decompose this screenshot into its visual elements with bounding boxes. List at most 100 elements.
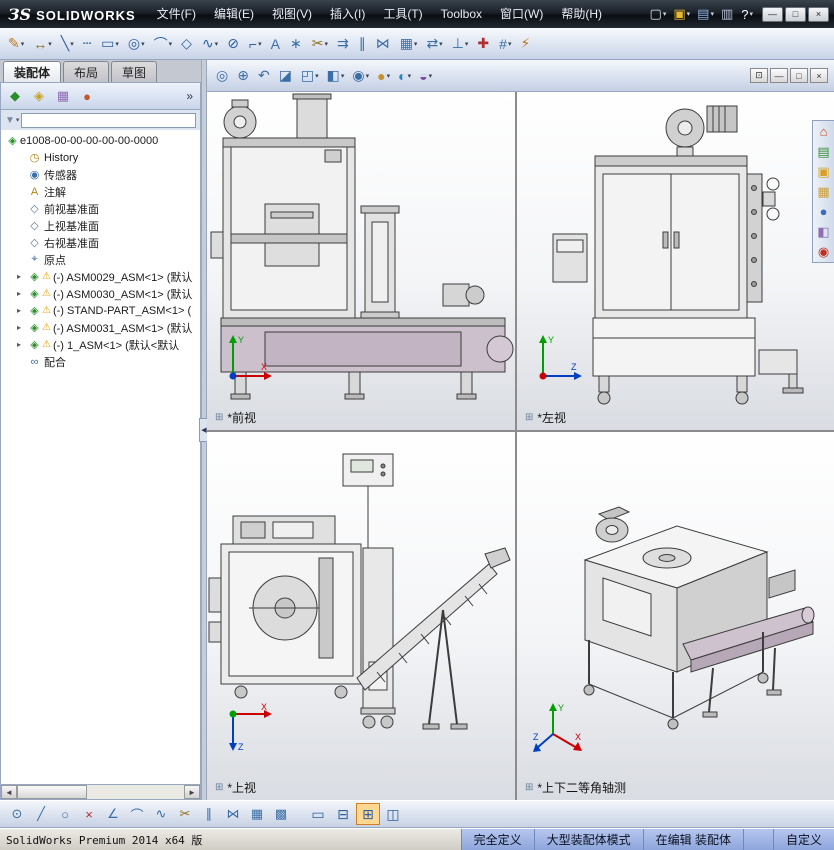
appearances-icon[interactable]: ● [820, 205, 828, 218]
tab-assembly[interactable]: 装配体 [3, 61, 62, 82]
sketch-icon[interactable]: ✎ ▾ [4, 32, 28, 56]
filter-input[interactable] [21, 112, 196, 128]
tree-item-origin[interactable]: ⌖ 原点 [1, 251, 200, 268]
scrollbar-thumb[interactable] [17, 785, 87, 799]
viewport-front[interactable]: Y X ⊞ *前视 [207, 92, 515, 430]
scroll-right-icon[interactable]: ► [184, 785, 200, 799]
line-icon[interactable]: ╱ [30, 803, 52, 825]
menu-window[interactable]: 窗口(W) [491, 0, 552, 28]
move-entities-icon[interactable]: ⇄ ▾ [422, 32, 446, 56]
arc-icon[interactable]: ⌒ ▾ [150, 32, 177, 56]
trim-icon[interactable]: ✂ [174, 803, 196, 825]
save-icon[interactable]: ▤ ▾ [694, 3, 717, 25]
tree-item-front-plane[interactable]: ◇ 前视基准面 [1, 200, 200, 217]
filter-funnel-icon[interactable]: ▼ [5, 115, 15, 126]
expand-arrow-icon[interactable]: ▸ [17, 306, 27, 315]
mirror-icon[interactable]: ⋈ [222, 803, 244, 825]
viewport-link-button[interactable]: ◫ [381, 803, 405, 825]
viewport-isometric[interactable]: Y X Z ⊞ *上下二等角轴测 [517, 432, 834, 800]
minimize-button[interactable]: — [762, 6, 783, 22]
quick-snaps-icon[interactable]: # ▾ [495, 32, 515, 56]
expand-arrow-icon[interactable]: ▸ [17, 340, 27, 349]
convert-entities-icon[interactable]: ⇉ [333, 32, 354, 56]
doc-restore-button[interactable]: □ [790, 68, 808, 83]
tree-item-mates[interactable]: ∞ 配合 [1, 353, 200, 370]
display-relations-icon[interactable]: ⊥ ▾ [448, 32, 473, 56]
tree-item-asm0031[interactable]: ▸ ◈ ⚠ (-) ASM0031_ASM<1> (默认 [1, 319, 200, 336]
polygon-icon[interactable]: ◇ [177, 32, 197, 56]
viewport-top[interactable]: Z X ⊞ *上视 [207, 432, 515, 800]
tree-item-sensors[interactable]: ◉ 传感器 [1, 166, 200, 183]
new-document-icon[interactable]: ▢ ▾ [647, 3, 670, 25]
doc-minimize-button[interactable]: — [770, 68, 788, 83]
filter-dropdown-arrow[interactable]: ▾ [16, 116, 20, 124]
propertymanager-tab-icon[interactable]: ◈ [29, 86, 49, 106]
display-style-icon[interactable]: ◧ ▾ [324, 64, 348, 88]
tree-item-1-asm[interactable]: ▸ ◈ ⚠ (-) 1_ASM<1> (默认<默认 [1, 336, 200, 353]
expand-arrow-icon[interactable]: ▸ [17, 323, 27, 332]
zoom-fit-icon[interactable]: ◎ [213, 64, 232, 88]
menu-insert[interactable]: 插入(I) [321, 0, 374, 28]
viewport-four-button[interactable]: ⊞ [356, 803, 380, 825]
view-orientation-icon[interactable]: ◰ ▾ [298, 64, 322, 88]
hide-show-items-icon[interactable]: ◉ ▾ [349, 64, 372, 88]
menu-tools[interactable]: 工具(T) [374, 0, 431, 28]
print-icon[interactable]: ▥ [718, 3, 737, 25]
select-filter-icon[interactable]: ⊙ [6, 803, 28, 825]
viewport-left[interactable]: Y Z ⊞ *左视 ⌂ ▤ ▣ ▦ ● ◧ ◉ [517, 92, 834, 430]
expand-arrow-icon[interactable]: ▸ [17, 289, 27, 298]
featuremanager-tab-icon[interactable]: ◆ [5, 86, 25, 106]
expand-arrow-icon[interactable]: ▸ [17, 272, 27, 281]
forum-icon[interactable]: ◉ [818, 245, 829, 258]
smart-dimension-icon[interactable]: ↔ ▾ [29, 32, 56, 56]
viewport-two-button[interactable]: ⊟ [331, 803, 355, 825]
tree-item-right-plane[interactable]: ◇ 右视基准面 [1, 234, 200, 251]
mirror-entities-icon[interactable]: ⋈ [372, 32, 395, 56]
circle-icon[interactable]: ◎ ▾ [124, 32, 149, 56]
tree-item-asm0029[interactable]: ▸ ◈ ⚠ (-) ASM0029_ASM<1> (默认 [1, 268, 200, 285]
previous-view-icon[interactable]: ↶ [255, 64, 274, 88]
erase-icon[interactable]: × [78, 803, 100, 825]
offset-icon[interactable]: ∥ [198, 803, 220, 825]
view-palette-icon[interactable]: ▦ [817, 185, 829, 198]
centerline-icon[interactable]: ┄ [79, 32, 96, 56]
snap-grid-icon[interactable]: ▩ [270, 803, 292, 825]
custom-field[interactable]: 自定义 [772, 829, 834, 850]
spline-icon[interactable]: ∿ [150, 803, 172, 825]
close-button[interactable]: × [808, 6, 829, 22]
spline-icon[interactable]: ∿ ▾ [198, 32, 222, 56]
menu-edit[interactable]: 编辑(E) [205, 0, 263, 28]
panel-overflow-chevron[interactable]: » [183, 89, 196, 103]
home-icon[interactable]: ⌂ [820, 125, 828, 138]
scrollbar-track[interactable] [17, 785, 184, 799]
tree-root-item[interactable]: ◈ e1008-00-00-00-00-00-0000 [1, 132, 200, 149]
rapid-sketch-icon[interactable]: ⚡ [516, 32, 535, 56]
view-settings-icon[interactable]: ◒ ▾ [416, 64, 435, 88]
section-view-icon[interactable]: ◪ [276, 64, 296, 88]
maximize-button[interactable]: □ [785, 6, 806, 22]
ellipse-icon[interactable]: ⊘ [223, 32, 244, 56]
perpendicular-icon[interactable]: ∠ [102, 803, 124, 825]
tab-layout[interactable]: 布局 [63, 61, 110, 82]
help-icon[interactable]: ? ▾ [738, 3, 756, 25]
menu-help[interactable]: 帮助(H) [552, 0, 611, 28]
offset-entities-icon[interactable]: ∥ [355, 32, 371, 56]
menu-view[interactable]: 视图(V) [263, 0, 321, 28]
repair-sketch-icon[interactable]: ✚ [473, 32, 494, 56]
scenes-icon[interactable]: ◧ [817, 225, 829, 238]
tree-horizontal-scrollbar[interactable]: ◄ ► [0, 784, 201, 800]
tree-item-annotations[interactable]: A 注解 [1, 183, 200, 200]
tree-item-history[interactable]: ◷ History [1, 149, 200, 166]
tree-item-top-plane[interactable]: ◇ 上视基准面 [1, 217, 200, 234]
line-icon[interactable]: ╲ ▾ [57, 32, 78, 56]
tab-sketch[interactable]: 草图 [111, 61, 158, 82]
tree-item-stand-part[interactable]: ▸ ◈ ⚠ (-) STAND-PART_ASM<1> ( [1, 302, 200, 319]
text-icon[interactable]: A [267, 32, 285, 56]
displaymanager-tab-icon[interactable]: ● [77, 86, 97, 106]
doc-collapse-button[interactable]: ⊡ [750, 68, 768, 83]
trim-entities-icon[interactable]: ✂ ▾ [308, 32, 332, 56]
zoom-area-icon[interactable]: ⊕ [234, 64, 253, 88]
tree-item-asm0030[interactable]: ▸ ◈ ⚠ (-) ASM0030_ASM<1> (默认 [1, 285, 200, 302]
circle-icon[interactable]: ○ [54, 803, 76, 825]
scroll-left-icon[interactable]: ◄ [1, 785, 17, 799]
